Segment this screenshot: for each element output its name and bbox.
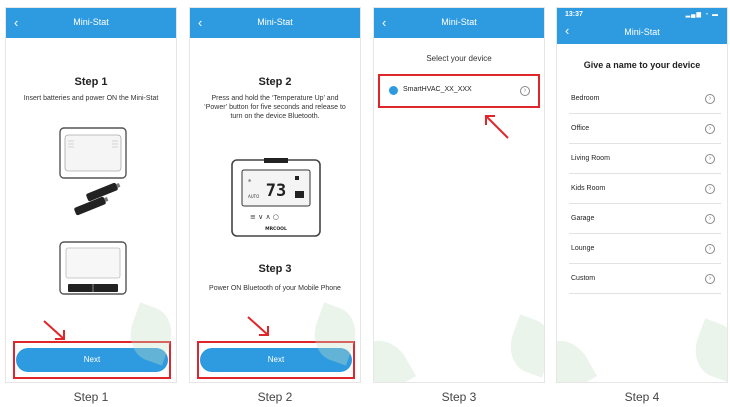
name-option-label: Office xyxy=(571,125,590,132)
step-description: Press and hold the ‘Temperature Up’ and … xyxy=(204,95,346,120)
thermostat-battery-illustration xyxy=(59,241,127,295)
chevron-right-circle-icon: › xyxy=(705,274,715,284)
caption-step-1: Step 1 xyxy=(73,390,109,404)
header-title: Mini-Stat xyxy=(624,27,660,37)
device-name: SmartHVAC_XX_XXX xyxy=(403,86,472,93)
status-time: 13:37 xyxy=(565,11,583,18)
chevron-right-circle-icon: › xyxy=(705,184,715,194)
name-option-label: Custom xyxy=(571,275,596,282)
name-device-title: Give a name to your device xyxy=(583,60,701,70)
pointer-arrow xyxy=(247,316,269,336)
brand-label: MRCOOL xyxy=(265,226,287,232)
step3-description: Power ON Bluetooth of your Mobile Phone xyxy=(209,285,341,292)
step-description: Insert batteries and power ON the Mini-S… xyxy=(23,95,159,102)
pointer-arrow xyxy=(485,115,509,139)
display-temperature: 73 xyxy=(266,181,286,201)
header-title: Mini-Stat xyxy=(257,17,293,27)
select-device-title: Select your device xyxy=(426,54,492,63)
name-option-office[interactable]: Office › xyxy=(569,114,721,144)
name-option-bedroom[interactable]: Bedroom › xyxy=(569,84,721,114)
caption-step-3: Step 3 xyxy=(441,390,477,404)
phone-screen-step-1: ‹ Mini-Stat Step 1 Insert batteries and … xyxy=(5,7,177,383)
app-header: ‹ Mini-Stat xyxy=(190,8,360,38)
step-title: Step 1 xyxy=(74,76,108,88)
chevron-right-circle-icon: › xyxy=(705,244,715,254)
name-option-label: Living Room xyxy=(571,155,610,162)
chevron-right-circle-icon: › xyxy=(705,154,715,164)
chevron-right-circle-icon: › xyxy=(705,124,715,134)
caption-step-2: Step 2 xyxy=(257,390,293,404)
leaf-decoration xyxy=(557,330,598,382)
step-title: Step 2 xyxy=(258,76,292,88)
app-header: ‹ Mini-Stat xyxy=(6,8,176,38)
header-title: Mini-Stat xyxy=(73,17,109,27)
name-option-custom[interactable]: Custom › xyxy=(569,264,721,294)
name-option-label: Lounge xyxy=(571,245,595,252)
phone-screen-step-2: ‹ Mini-Stat Step 2 Press and hold the ‘T… xyxy=(189,7,361,383)
name-option-label: Kids Room xyxy=(571,185,606,192)
name-option-kids-room[interactable]: Kids Room › xyxy=(569,174,721,204)
thermostat-back-illustration xyxy=(59,127,127,216)
step3-title: Step 3 xyxy=(258,263,292,275)
leaf-decoration xyxy=(374,330,417,382)
phone-screen-step-3: ‹ Mini-Stat Select your device SmartHVAC… xyxy=(373,7,545,383)
svg-text:AUTO: AUTO xyxy=(248,194,259,199)
caption-step-4: Step 4 xyxy=(624,390,660,404)
name-option-living-room[interactable]: Living Room › xyxy=(569,144,721,174)
name-option-lounge[interactable]: Lounge › xyxy=(569,234,721,264)
app-header: 13:37 ▂▄▆ ◔ ▬ ‹ Mini-Stat xyxy=(557,8,727,44)
header-title: Mini-Stat xyxy=(441,17,477,27)
device-list-item[interactable]: SmartHVAC_XX_XXX › xyxy=(386,82,532,100)
name-option-garage[interactable]: Garage › xyxy=(569,204,721,234)
chevron-right-circle-icon: › xyxy=(705,214,715,224)
status-icons: ▂▄▆ ◔ ▬ xyxy=(685,12,719,18)
bluetooth-icon xyxy=(389,86,398,95)
thermostat-display-illustration: 73 ❄ AUTO ≡ ∨ ∧ ○ MRCOOL xyxy=(231,158,321,237)
phone-screen-step-4: 13:37 ▂▄▆ ◔ ▬ ‹ Mini-Stat Give a name to… xyxy=(556,7,728,383)
name-option-label: Bedroom xyxy=(571,95,600,102)
leaf-decoration xyxy=(687,318,727,382)
svg-text:≡ ∨ ∧ ○: ≡ ∨ ∧ ○ xyxy=(250,213,279,221)
name-option-label: Garage xyxy=(571,215,595,222)
leaf-decoration xyxy=(502,314,544,378)
chevron-right-circle-icon: › xyxy=(520,86,530,96)
app-header: ‹ Mini-Stat xyxy=(374,8,544,38)
chevron-right-circle-icon: › xyxy=(705,94,715,104)
pointer-arrow xyxy=(43,320,65,340)
